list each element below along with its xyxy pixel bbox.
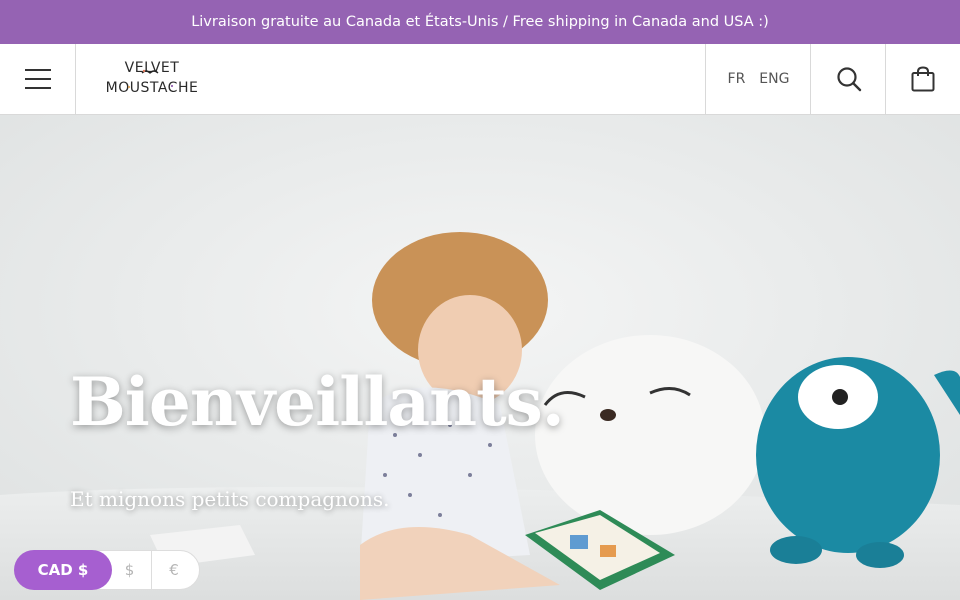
- site-logo[interactable]: VELVET MOUSTACHE: [96, 58, 208, 100]
- hamburger-menu-icon: [24, 69, 51, 89]
- currency-option-usd[interactable]: $: [108, 550, 152, 590]
- language-fr[interactable]: FR: [728, 71, 746, 87]
- menu-button[interactable]: [0, 44, 76, 114]
- announcement-text: Livraison gratuite au Canada et États-Un…: [191, 14, 769, 30]
- announcement-bar: Livraison gratuite au Canada et États-Un…: [0, 0, 960, 44]
- hero-title: Bienveillants.: [70, 363, 565, 441]
- currency-option-eur[interactable]: €: [152, 550, 196, 590]
- hero-banner: Bienveillants. Et mignons petits compagn…: [0, 115, 960, 600]
- currency-active-cad[interactable]: CAD $: [14, 550, 112, 590]
- hero-photo-illustration: [0, 115, 960, 600]
- site-header: VELVET MOUSTACHE FR ENG: [0, 44, 960, 115]
- shopping-bag-icon: [911, 66, 935, 92]
- cart-button[interactable]: [885, 44, 960, 114]
- search-icon: [836, 67, 861, 92]
- language-eng[interactable]: ENG: [759, 71, 789, 87]
- white-plush-toy: [535, 335, 765, 535]
- hero-subtitle: Et mignons petits compagnons.: [70, 487, 390, 511]
- search-button[interactable]: [810, 44, 886, 114]
- language-switcher: FR ENG: [705, 44, 811, 114]
- logo-decoration: [127, 69, 174, 89]
